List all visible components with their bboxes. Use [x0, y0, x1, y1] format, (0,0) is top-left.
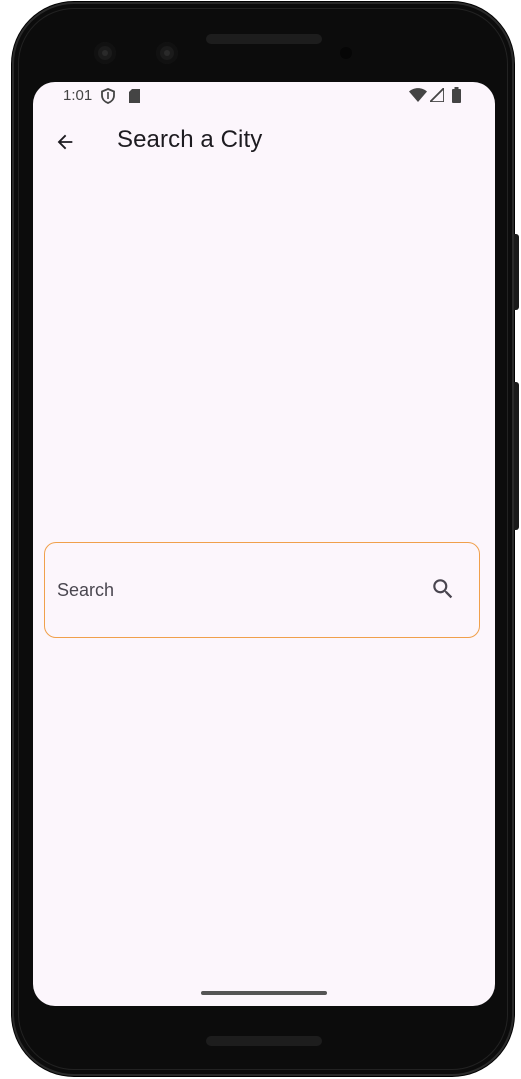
proximity-sensor: [340, 47, 352, 59]
back-button[interactable]: [45, 124, 85, 164]
front-camera-secondary: [156, 42, 178, 64]
shield-icon: [101, 88, 115, 109]
wifi-icon: [409, 88, 427, 107]
search-field[interactable]: [44, 542, 480, 638]
search-input[interactable]: [57, 571, 417, 609]
volume-button: [514, 382, 519, 530]
power-button: [514, 234, 519, 310]
arrow-back-icon: [54, 131, 76, 158]
top-app-bar: Search a City: [33, 110, 495, 174]
front-camera: [94, 42, 116, 64]
earpiece-speaker: [206, 34, 322, 44]
status-time: 1:01: [63, 87, 93, 104]
home-indicator[interactable]: [201, 991, 327, 995]
sd-card-icon: [129, 89, 140, 108]
search-button[interactable]: [423, 571, 463, 611]
signal-icon: [427, 85, 445, 107]
bottom-speaker: [206, 1036, 322, 1046]
battery-icon: [452, 87, 461, 108]
page-title: Search a City: [117, 126, 263, 153]
search-icon: [430, 576, 456, 607]
status-bar: 1:01: [33, 82, 495, 110]
app-screen: 1:01 Search a City Search: [33, 82, 495, 1006]
